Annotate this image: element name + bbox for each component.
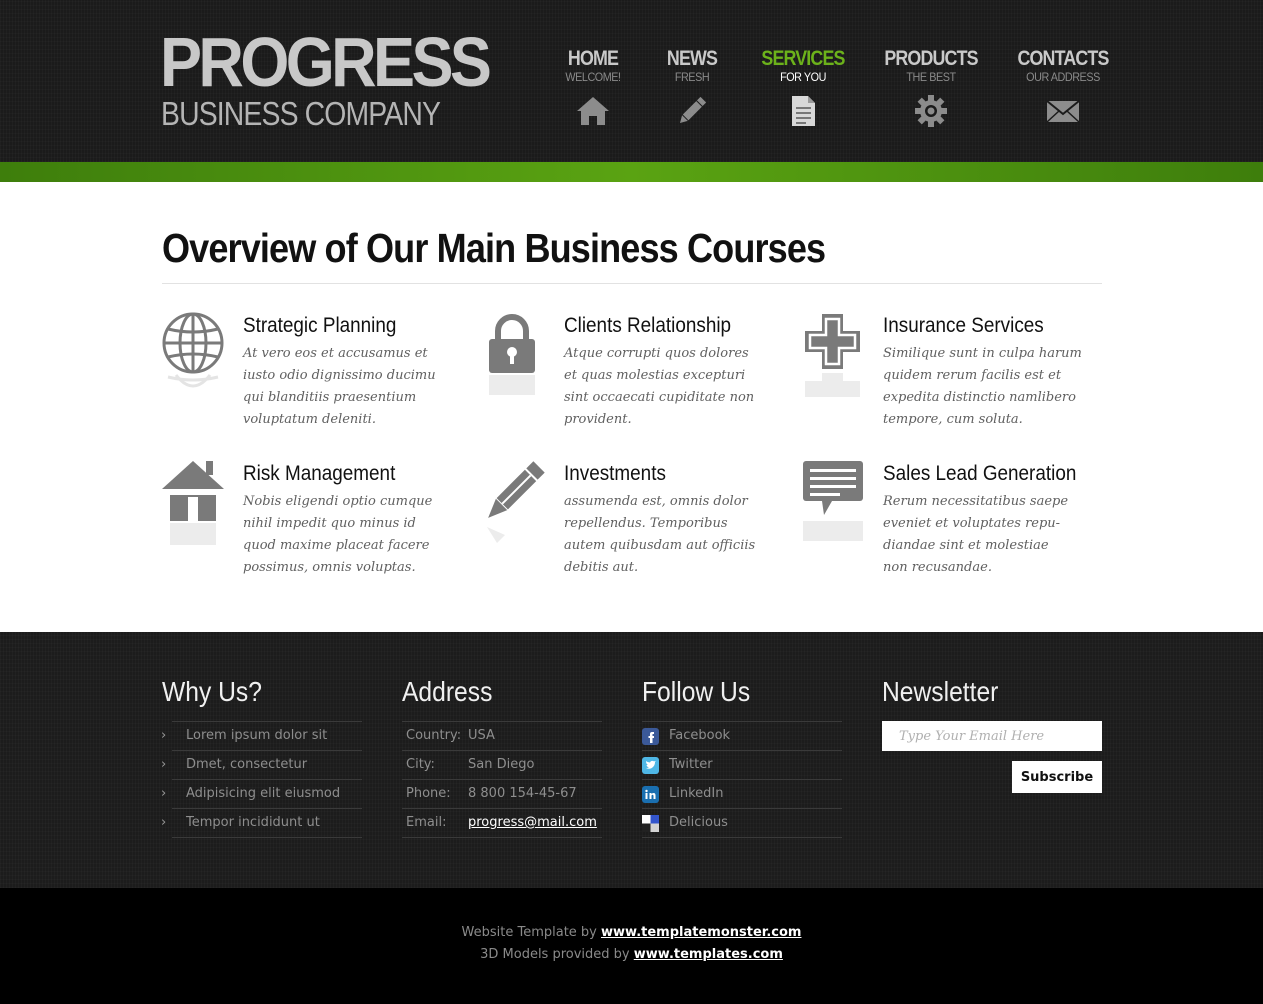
nav-services[interactable]: SERVICES FOR YOU bbox=[748, 48, 858, 128]
why-us-item[interactable]: › Adipisicing elit eiusmod bbox=[161, 780, 362, 809]
chevron-right-icon: › bbox=[161, 786, 167, 801]
globe-icon bbox=[162, 312, 224, 388]
speech-bubble-icon bbox=[803, 461, 863, 541]
logo-title[interactable]: PROGRESS bbox=[160, 26, 492, 98]
service-description: Rerum necessitatibus saepe eveniet et vo… bbox=[883, 494, 1069, 575]
accent-bar bbox=[0, 162, 1263, 182]
why-us-item[interactable]: › Tempor incididunt ut bbox=[161, 809, 362, 838]
lock-icon bbox=[489, 314, 535, 395]
page-title: Overview of Our Main Business Courses bbox=[162, 225, 826, 271]
chevron-right-icon: › bbox=[161, 728, 167, 743]
service-title: Sales Lead Generation bbox=[883, 462, 1077, 485]
follow-us-column: Follow Us Facebook Twitter LinkedIn Deli… bbox=[642, 676, 842, 838]
envelope-icon bbox=[1046, 100, 1080, 123]
service-title: Clients Relationship bbox=[564, 314, 732, 337]
twitter-icon bbox=[642, 757, 659, 774]
service-title: Strategic Planning bbox=[243, 314, 397, 337]
service-description: At vero eos et accusamus et iusto odio d… bbox=[243, 346, 436, 427]
why-us-list: › Lorem ipsum dolor sit › Dmet, consectetu… bbox=[161, 721, 362, 838]
title-divider bbox=[162, 283, 1102, 284]
service-insurance-services: Insurance Services Similique sunt in cul… bbox=[802, 311, 1102, 451]
site-header: PROGRESS BUSINESS COMPANY HOME WELCOME! … bbox=[0, 0, 1263, 162]
address-row-phone: Phone: 8 800 154-45-67 bbox=[402, 780, 602, 809]
address-heading: Address bbox=[402, 676, 493, 707]
newsletter-email-input[interactable] bbox=[882, 721, 1102, 751]
credits-line-template: Website Template by www.templatemonster.… bbox=[461, 925, 802, 940]
why-us-item[interactable]: › Dmet, consectetur bbox=[161, 751, 362, 780]
email-link[interactable]: progress@mail.com bbox=[468, 815, 597, 830]
social-link-facebook[interactable]: Facebook bbox=[642, 722, 842, 751]
service-description: Nobis eligendi optio cumque nihil impedi… bbox=[243, 494, 433, 575]
service-description: assumenda est, omnis dolor repellendus. … bbox=[564, 494, 756, 575]
house-icon bbox=[162, 461, 224, 545]
nav-services-sub: FOR YOU bbox=[780, 70, 826, 84]
subscribe-button[interactable]: Subscribe bbox=[1012, 761, 1102, 793]
why-us-item[interactable]: › Lorem ipsum dolor sit bbox=[161, 722, 362, 751]
site-footer: Why Us? › Lorem ipsum dolor sit › Dmet, co… bbox=[0, 632, 1263, 888]
delicious-icon bbox=[642, 815, 659, 832]
linkedin-icon bbox=[642, 786, 659, 803]
nav-home-sub: WELCOME! bbox=[565, 70, 621, 84]
service-description: Atque corrupti quos dolores et quas mole… bbox=[564, 346, 755, 427]
credits-line-models: 3D Models provided by www.templates.com bbox=[480, 947, 783, 962]
social-link-twitter[interactable]: Twitter bbox=[642, 751, 842, 780]
document-icon bbox=[792, 96, 815, 126]
templates-link[interactable]: www.templates.com bbox=[634, 947, 783, 962]
nav-contacts[interactable]: CONTACTS OUR ADDRESS bbox=[1008, 48, 1118, 128]
service-title: Insurance Services bbox=[883, 314, 1044, 337]
social-link-linkedin[interactable]: LinkedIn bbox=[642, 780, 842, 809]
address-list: Country: USA City: San Diego Phone: 8 800 1… bbox=[402, 721, 602, 838]
service-description: Similique sunt in culpa harum quidem rer… bbox=[883, 346, 1082, 427]
service-title: Risk Management bbox=[243, 462, 396, 485]
nav-services-label: SERVICES bbox=[761, 47, 845, 70]
facebook-icon bbox=[642, 728, 659, 745]
home-icon bbox=[577, 97, 609, 125]
why-us-heading: Why Us? bbox=[162, 676, 262, 707]
nav-products-label: PRODUCTS bbox=[884, 47, 978, 70]
nav-contacts-sub: OUR ADDRESS bbox=[1026, 70, 1100, 84]
templatemonster-link[interactable]: www.templatemonster.com bbox=[601, 925, 801, 940]
chevron-right-icon: › bbox=[161, 815, 167, 830]
nav-news[interactable]: NEWS FRESH bbox=[637, 48, 747, 128]
service-title: Investments bbox=[564, 462, 666, 485]
follow-us-heading: Follow Us bbox=[642, 676, 751, 707]
address-column: Address Country: USA City: San Diego Phone… bbox=[402, 676, 602, 838]
address-row-country: Country: USA bbox=[402, 722, 602, 751]
pencil-icon bbox=[679, 96, 707, 124]
nav-news-label: NEWS bbox=[666, 47, 718, 70]
nav-news-sub: FRESH bbox=[674, 70, 710, 84]
nav-contacts-label: CONTACTS bbox=[1017, 47, 1109, 70]
chevron-right-icon: › bbox=[161, 757, 167, 772]
why-us-column: Why Us? › Lorem ipsum dolor sit › Dmet, co… bbox=[161, 676, 362, 838]
service-investments: Investments assumenda est, omnis dolor r… bbox=[483, 459, 783, 599]
address-row-email: Email: progress@mail.com bbox=[402, 809, 602, 838]
medical-cross-icon bbox=[805, 314, 860, 397]
nav-home-label: HOME bbox=[567, 47, 619, 70]
service-sales-lead-generation: Sales Lead Generation Rerum necessitatib… bbox=[802, 459, 1102, 599]
nav-home[interactable]: HOME WELCOME! bbox=[538, 48, 648, 128]
pencil-icon bbox=[487, 461, 545, 543]
gear-icon bbox=[915, 95, 947, 127]
social-link-delicious[interactable]: Delicious bbox=[642, 809, 842, 838]
social-list: Facebook Twitter LinkedIn Delicious bbox=[642, 721, 842, 838]
nav-products[interactable]: PRODUCTS THE BEST bbox=[876, 48, 986, 128]
nav-products-sub: THE BEST bbox=[906, 70, 956, 84]
credits-bar: Website Template by www.templatemonster.… bbox=[0, 888, 1263, 1004]
service-risk-management: Risk Management Nobis eligendi optio cum… bbox=[162, 459, 462, 599]
service-strategic-planning: Strategic Planning At vero eos et accusa… bbox=[162, 311, 462, 451]
logo-subtitle[interactable]: BUSINESS COMPANY bbox=[161, 96, 441, 132]
newsletter-heading: Newsletter bbox=[882, 676, 999, 707]
service-clients-relationship: Clients Relationship Atque corrupti quos… bbox=[483, 311, 783, 451]
address-row-city: City: San Diego bbox=[402, 751, 602, 780]
newsletter-column: Newsletter bbox=[882, 676, 1082, 708]
